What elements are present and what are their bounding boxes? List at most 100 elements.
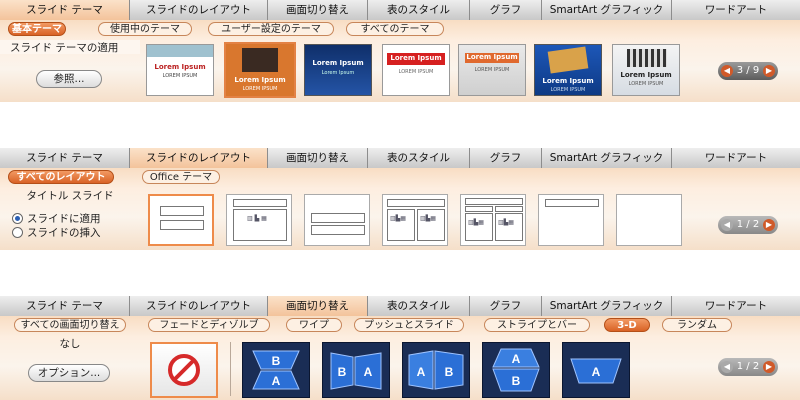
tab-charts[interactable]: グラフ <box>470 148 542 168</box>
tab-smartart[interactable]: SmartArt グラフィック <box>542 148 672 168</box>
theme-subtitle: LOREM IPSUM <box>628 81 664 87</box>
theme-subtitle: LOREM IPSUM <box>162 73 198 79</box>
transition-3d-tile[interactable]: B A <box>322 342 390 398</box>
gallery-pager[interactable]: ◀ 3 / 9 ▶ <box>718 62 778 80</box>
tab-transitions[interactable]: 画面切り替え <box>268 0 368 20</box>
gallery-pager[interactable]: ◀ 1 / 2 ▶ <box>718 216 778 234</box>
options-button[interactable]: オプション... <box>28 364 110 382</box>
layout-title-content[interactable]: ▥ ▙ ▦ <box>226 194 292 246</box>
tab-transitions[interactable]: 画面切り替え <box>268 296 368 316</box>
transition-gallery: B A B A A B A B A ◀ 1 / 2 ▶ <box>140 334 800 400</box>
ribbon-transitions: スライド テーマ スライドのレイアウト 画面切り替え 表のスタイル グラフ Sm… <box>0 296 800 400</box>
radio-unselected-icon[interactable] <box>12 226 23 238</box>
theme-thumbnail[interactable]: Lorem Ipsum LOREM IPSUM <box>458 44 526 96</box>
theme-title: Lorem Ipsum <box>312 59 364 67</box>
subtab-random[interactable]: ランダム <box>662 318 732 332</box>
theme-title: Lorem Ipsum <box>154 63 206 71</box>
subtab-office-theme[interactable]: Office テーマ <box>142 170 220 184</box>
flip-icon: A <box>570 358 622 384</box>
theme-thumbnail[interactable]: Lorem Ipsum LOREM IPSUM <box>146 44 214 96</box>
theme-thumbnail[interactable]: Lorem Ipsum LOREM IPSUM <box>534 44 602 96</box>
insert-slide-option[interactable]: スライドの挿入 <box>12 226 101 240</box>
theme-title: Lorem Ipsum <box>466 53 518 61</box>
tab-charts[interactable]: グラフ <box>470 0 542 20</box>
browse-button[interactable]: 参照... <box>36 70 102 88</box>
subtab-fades-dissolves[interactable]: フェードとディゾルブ <box>148 318 270 332</box>
tab-slide-themes[interactable]: スライド テーマ <box>0 296 130 316</box>
tab-transitions[interactable]: 画面切り替え <box>268 148 368 168</box>
next-page-icon[interactable]: ▶ <box>763 361 775 373</box>
subtab-wipes[interactable]: ワイプ <box>286 318 342 332</box>
layout-title-only[interactable] <box>538 194 604 246</box>
layout-section-header[interactable] <box>304 194 370 246</box>
next-page-icon[interactable]: ▶ <box>763 219 775 231</box>
apply-to-slide-option[interactable]: スライドに適用 <box>12 212 101 226</box>
page-indicator: 1 / 2 <box>736 361 760 372</box>
cube-spin-icon: A B <box>408 350 464 390</box>
tab-slide-layouts[interactable]: スライドのレイアウト <box>130 0 268 20</box>
subtab-used-themes[interactable]: 使用中のテーマ <box>98 22 192 36</box>
subtab-all-transitions[interactable]: すべての画面切り替え <box>14 318 126 332</box>
tile-bottom-letter: A <box>272 374 281 388</box>
transition-caption: なし <box>59 338 81 350</box>
left-pane: タイトル スライド スライドに適用 スライドの挿入 <box>0 186 140 250</box>
cube-tumble-icon: A B <box>492 348 540 392</box>
layout-two-content[interactable]: ▥▙▦ ▥▙▦ <box>382 194 448 246</box>
subtab-custom-themes[interactable]: ユーザー設定のテーマ <box>208 22 334 36</box>
radio-selected-icon[interactable] <box>12 212 23 224</box>
subtab-all-themes[interactable]: すべてのテーマ <box>346 22 444 36</box>
tab-slide-layouts[interactable]: スライドのレイアウト <box>130 296 268 316</box>
tab-wordart[interactable]: ワードアート <box>672 296 800 316</box>
transition-3d-tile[interactable]: A B <box>402 342 470 398</box>
left-pane: なし オプション... <box>0 334 140 400</box>
tab-wordart[interactable]: ワードアート <box>672 148 800 168</box>
prev-page-icon[interactable]: ◀ <box>721 361 733 373</box>
tab-table-styles[interactable]: 表のスタイル <box>368 148 470 168</box>
tab-wordart[interactable]: ワードアート <box>672 0 800 20</box>
tab-table-styles[interactable]: 表のスタイル <box>368 296 470 316</box>
prev-page-icon[interactable]: ◀ <box>721 65 733 77</box>
layout-caption: タイトル スライド <box>26 190 114 202</box>
theme-thumbnail[interactable]: Lorem Ipsum LOREM IPSUM <box>382 44 450 96</box>
tile-letter: A <box>592 365 601 379</box>
layout-title-slide[interactable] <box>148 194 214 246</box>
prev-page-icon[interactable]: ◀ <box>721 219 733 231</box>
theme-thumbnail[interactable]: Lorem Ipsum LOREM IPSUM <box>612 44 680 96</box>
subtab-stripes-bars[interactable]: ストライプとバー <box>484 318 590 332</box>
subtab-3d[interactable]: 3-D <box>604 318 650 332</box>
tab-table-styles[interactable]: 表のスタイル <box>368 0 470 20</box>
theme-thumbnail[interactable]: Lorem Ipsum Lorem Ipsum <box>304 44 372 96</box>
tile-left-letter: A <box>417 365 426 379</box>
transition-none[interactable] <box>150 342 218 398</box>
tab-slide-layouts[interactable]: スライドのレイアウト <box>130 148 268 168</box>
transition-3d-tile[interactable]: A B <box>482 342 550 398</box>
ribbon-body: すべての画面切り替え フェードとディゾルブ ワイプ プッシュとスライド ストライ… <box>0 316 800 400</box>
theme-subtitle: LOREM IPSUM <box>550 87 586 93</box>
tab-slide-themes[interactable]: スライド テーマ <box>0 0 130 20</box>
tab-smartart[interactable]: SmartArt グラフィック <box>542 296 672 316</box>
transition-3d-tile[interactable]: A <box>562 342 630 398</box>
ribbon-tabs: スライド テーマ スライドのレイアウト 画面切り替え 表のスタイル グラフ Sm… <box>0 0 800 21</box>
subtab-push-slide[interactable]: プッシュとスライド <box>354 318 464 332</box>
subtab-all-layouts[interactable]: すべてのレイアウト <box>8 170 114 184</box>
tab-charts[interactable]: グラフ <box>470 296 542 316</box>
next-page-icon[interactable]: ▶ <box>763 65 775 77</box>
gallery-pager[interactable]: ◀ 1 / 2 ▶ <box>718 358 778 376</box>
theme-title: Lorem Ipsum <box>542 77 594 85</box>
no-transition-icon <box>168 354 200 386</box>
theme-subtitle: LOREM IPSUM <box>398 69 434 75</box>
cube-flip-icon: B A <box>252 350 300 390</box>
page-indicator: 3 / 9 <box>736 65 760 76</box>
ribbon-body: すべてのレイアウト Office テーマ タイトル スライド スライドに適用 ス… <box>0 168 800 250</box>
ribbon-tabs: スライド テーマ スライドのレイアウト 画面切り替え 表のスタイル グラフ Sm… <box>0 296 800 317</box>
tab-slide-themes[interactable]: スライド テーマ <box>0 148 130 168</box>
layout-comparison[interactable]: ▥▙▦ ▥▙▦ <box>460 194 526 246</box>
ribbon-slide-themes: スライド テーマ スライドのレイアウト 画面切り替え 表のスタイル グラフ Sm… <box>0 0 800 102</box>
subtab-basic-themes[interactable]: 基本テーマ <box>8 22 66 36</box>
tile-top-letter: B <box>272 354 281 368</box>
transition-3d-tile[interactable]: B A <box>242 342 310 398</box>
theme-thumbnail[interactable]: Lorem Ipsum LOREM IPSUM <box>224 42 296 98</box>
layout-blank[interactable] <box>616 194 682 246</box>
theme-title: Lorem Ipsum <box>620 71 672 79</box>
tab-smartart[interactable]: SmartArt グラフィック <box>542 0 672 20</box>
